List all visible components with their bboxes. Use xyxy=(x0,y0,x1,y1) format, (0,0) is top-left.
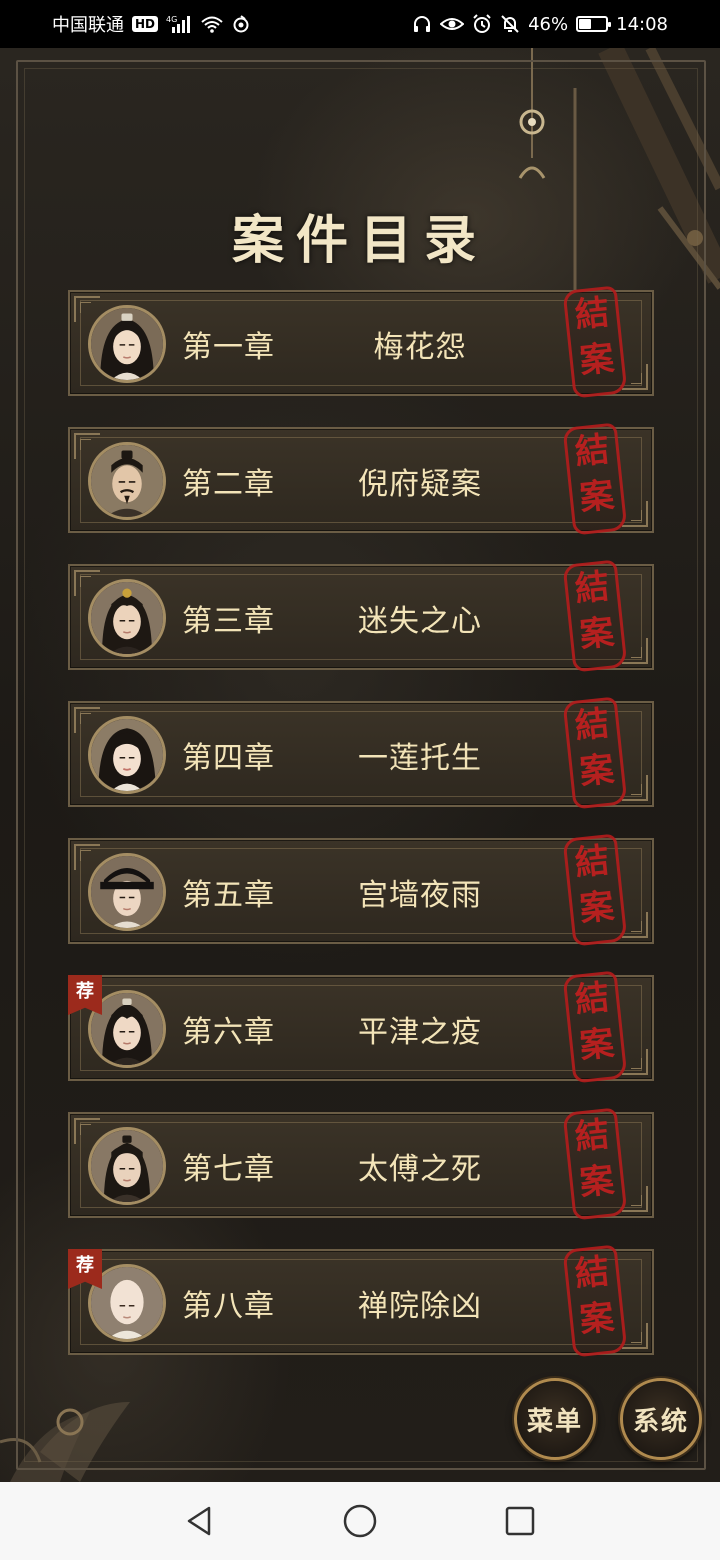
chapter-7-number: 第七章 xyxy=(182,1152,275,1187)
chapter-4-closed-seal: 結案 xyxy=(562,696,628,810)
chapter-1-title: 梅花怨 xyxy=(373,330,467,365)
chapter-6-number: 第六章 xyxy=(182,1015,275,1050)
chapter-1-card[interactable]: 第一章 梅花怨 結案 xyxy=(68,285,654,399)
headphones-icon xyxy=(412,15,432,33)
eye-icon xyxy=(440,15,465,33)
chapter-1-avatar xyxy=(88,305,166,383)
chapter-1-closed-seal: 結案 xyxy=(562,285,628,399)
chapter-4-avatar xyxy=(88,716,166,794)
sync-icon xyxy=(232,15,250,33)
chapter-8-title: 禅院除凶 xyxy=(358,1289,482,1324)
chapter-4-title: 一莲托生 xyxy=(358,741,482,776)
recents-icon[interactable] xyxy=(500,1501,540,1541)
chapter-7-card[interactable]: 第七章 太傅之死 結案 xyxy=(68,1107,654,1221)
chapter-5-title: 宫墙夜雨 xyxy=(358,878,482,913)
home-icon[interactable] xyxy=(340,1501,380,1541)
chapter-3-closed-seal: 結案 xyxy=(562,559,628,673)
hd-icon: HD xyxy=(132,16,159,32)
chapter-8-card[interactable]: 荐 第八章 禅院除凶 結案 xyxy=(68,1244,654,1358)
chapter-3-title: 迷失之心 xyxy=(358,604,482,639)
chapter-2-closed-seal: 結案 xyxy=(562,422,628,536)
chapter-2-avatar xyxy=(88,442,166,520)
chapter-5-card[interactable]: 第五章 宫墙夜雨 結案 xyxy=(68,833,654,947)
carrier-label: 中国联通 xyxy=(52,15,124,36)
chapter-8-closed-seal: 結案 xyxy=(562,1244,628,1358)
chapter-3-avatar xyxy=(88,579,166,657)
page-title: 案件目录 xyxy=(231,210,488,271)
chapter-1-number: 第一章 xyxy=(182,330,275,365)
signal-icon: 4G xyxy=(166,15,192,33)
chapter-5-avatar xyxy=(88,853,166,931)
wifi-icon xyxy=(200,15,224,33)
chapter-2-number: 第二章 xyxy=(182,467,275,502)
battery-icon xyxy=(576,16,612,32)
mute-bell-icon xyxy=(500,14,520,34)
alarm-icon xyxy=(472,14,492,34)
game-screen: 案件目录 第一章 梅花怨 結案 第二章 倪府疑案 結 案 第三章 迷失之心 結 … xyxy=(0,48,720,1482)
back-icon[interactable] xyxy=(180,1501,220,1541)
status-bar: 中国联通 HD 4G 46% 14:08 xyxy=(0,0,720,48)
chapter-6-title: 平津之疫 xyxy=(358,1015,482,1050)
chapter-4-card[interactable]: 第四章 一莲托生 結案 xyxy=(68,696,654,810)
chapter-5-number: 第五章 xyxy=(182,878,275,913)
chapter-7-avatar xyxy=(88,1127,166,1205)
navigation-bar xyxy=(0,1482,720,1560)
battery-percent: 46% xyxy=(528,13,569,35)
clock: 14:08 xyxy=(616,13,668,35)
chapter-4-number: 第四章 xyxy=(182,741,275,776)
svg-text:4G: 4G xyxy=(166,15,177,24)
battery-fill xyxy=(579,19,592,29)
chapter-2-card[interactable]: 第二章 倪府疑案 結案 xyxy=(68,422,654,536)
chapter-3-number: 第三章 xyxy=(182,604,275,639)
chapter-6-card[interactable]: 荐 第六章 平津之疫 結案 xyxy=(68,970,654,1084)
chapter-5-closed-seal: 結案 xyxy=(562,833,628,947)
chapter-2-title: 倪府疑案 xyxy=(358,467,482,502)
menu-button[interactable]: 菜单 xyxy=(514,1378,596,1460)
chapter-7-title: 太傅之死 xyxy=(358,1152,482,1187)
chapter-7-closed-seal: 結案 xyxy=(562,1107,628,1221)
chapter-8-number: 第八章 xyxy=(182,1289,275,1324)
system-button[interactable]: 系统 xyxy=(620,1378,702,1460)
chapter-6-closed-seal: 結案 xyxy=(562,970,628,1084)
chapter-3-card[interactable]: 第三章 迷失之心 結案 xyxy=(68,559,654,673)
